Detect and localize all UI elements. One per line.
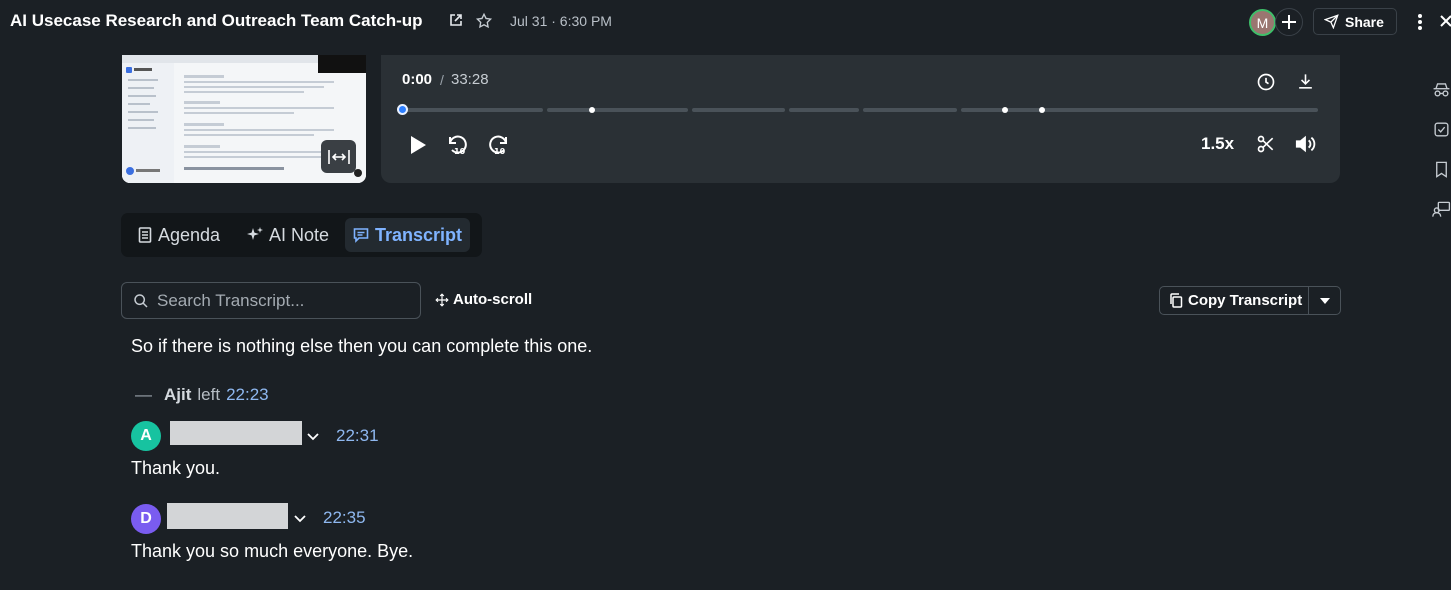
transcript-text: So if there is nothing else then you can… <box>131 336 593 356</box>
chapter-marker[interactable] <box>589 107 595 113</box>
chat-icon <box>353 228 369 243</box>
speaker-avatar: A <box>131 421 161 451</box>
close-icon[interactable] <box>1439 14 1451 28</box>
external-link-icon[interactable] <box>449 13 463 27</box>
chevron-down-icon[interactable] <box>305 429 321 445</box>
current-time: 0:00 <box>402 71 433 88</box>
copy-transcript-label: Copy Transcript <box>1188 292 1303 309</box>
playback-speed[interactable]: 1.5x <box>1201 134 1234 154</box>
tab-label: AI Note <box>269 224 330 245</box>
playhead[interactable] <box>397 104 408 115</box>
chapter-marker[interactable] <box>1002 107 1008 113</box>
checkbox-icon[interactable] <box>1432 120 1451 139</box>
tab-agenda[interactable]: Agenda <box>130 218 228 252</box>
progress-segment[interactable] <box>789 108 859 112</box>
svg-text:10: 10 <box>494 147 506 156</box>
expand-video-icon[interactable] <box>321 140 356 173</box>
tab-label: Transcript <box>375 224 463 245</box>
event-time[interactable]: 22:23 <box>226 385 269 405</box>
speaker-avatar: D <box>131 504 161 534</box>
redacted-speaker-name <box>170 421 302 445</box>
tab-label: Agenda <box>158 224 221 245</box>
transcript-text: Thank you. <box>131 458 221 478</box>
entry-time[interactable]: 22:31 <box>336 426 379 446</box>
share-button[interactable]: Share <box>1313 8 1397 35</box>
caret-down-icon <box>1319 297 1330 304</box>
auto-scroll-button[interactable]: Auto-scroll <box>435 291 532 308</box>
svg-text:10: 10 <box>454 147 466 156</box>
progress-segment[interactable] <box>547 108 688 112</box>
add-participant-icon[interactable] <box>1275 8 1303 36</box>
copy-transcript-button[interactable]: Copy Transcript <box>1159 286 1309 315</box>
participant-event: — Ajit left 22:23 <box>135 385 269 405</box>
search-box[interactable] <box>121 282 421 319</box>
search-input[interactable] <box>157 290 397 311</box>
document-icon <box>138 227 152 243</box>
download-icon[interactable] <box>1296 72 1315 91</box>
transcript-text: Thank you so much everyone. Bye. <box>131 541 414 561</box>
tab-ai-note[interactable]: AI Note <box>239 218 337 252</box>
send-icon <box>1324 14 1339 29</box>
tab-transcript[interactable]: Transcript <box>345 218 471 252</box>
star-icon[interactable] <box>475 12 493 30</box>
rewind-10-icon[interactable]: 10 <box>446 133 470 157</box>
incognito-icon[interactable] <box>1432 80 1451 99</box>
entry-time[interactable]: 22:35 <box>323 508 366 528</box>
time-separator: / <box>440 72 444 88</box>
sparkle-icon <box>247 227 263 240</box>
copy-icon <box>1170 293 1183 308</box>
presenter-icon[interactable] <box>1432 200 1451 219</box>
chapter-marker[interactable] <box>1039 107 1045 113</box>
event-participant: Ajit <box>164 385 192 404</box>
total-time: 33:28 <box>451 71 489 88</box>
auto-scroll-label: Auto-scroll <box>453 291 533 308</box>
more-options-icon[interactable] <box>1414 12 1426 32</box>
progress-segment[interactable] <box>863 108 957 112</box>
redacted-speaker-name <box>167 503 288 529</box>
move-icon <box>435 292 449 307</box>
progress-segment[interactable] <box>961 108 1318 112</box>
avatar[interactable]: M <box>1249 9 1276 36</box>
audio-player <box>381 55 1340 183</box>
forward-10-icon[interactable]: 10 <box>486 133 510 157</box>
meeting-date: Jul 31 · 6:30 PM <box>510 13 612 29</box>
event-action: left <box>197 385 221 404</box>
event-dash: — <box>135 385 152 404</box>
clock-icon[interactable] <box>1256 72 1276 92</box>
play-icon[interactable] <box>405 133 429 157</box>
search-icon <box>134 293 148 308</box>
share-label: Share <box>1345 13 1384 30</box>
volume-icon[interactable] <box>1294 134 1316 154</box>
progress-segment[interactable] <box>692 108 785 112</box>
scissors-icon[interactable] <box>1256 134 1276 154</box>
chevron-down-icon[interactable] <box>292 511 308 527</box>
bookmark-icon[interactable] <box>1432 160 1451 179</box>
progress-segment[interactable] <box>402 108 543 112</box>
page-title: AI Usecase Research and Outreach Team Ca… <box>10 11 423 30</box>
copy-options-dropdown[interactable] <box>1309 286 1341 315</box>
